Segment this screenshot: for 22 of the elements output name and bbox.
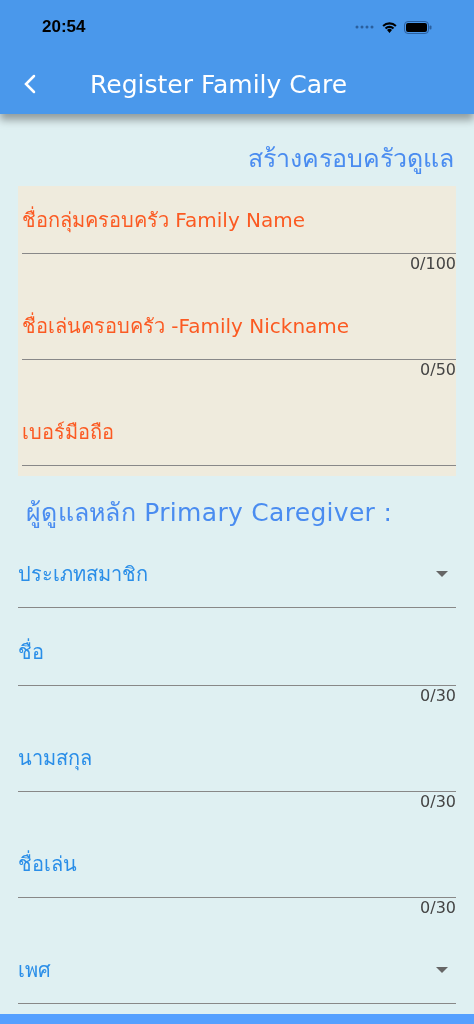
caret-icon [436, 570, 448, 577]
character-counter: 0/100 [409, 254, 456, 274]
input-field[interactable]: ชื่อ [18, 618, 456, 686]
status-time: 20:54 [42, 17, 86, 37]
input-field[interactable]: ชื่อเล่น [18, 830, 456, 898]
caret-icon [436, 966, 448, 973]
input-field[interactable]: ชื่อกลุ่มครอบครัว Family Name [22, 186, 456, 254]
wifi-icon [381, 21, 398, 33]
app-bar-title: Register Family Care [90, 69, 348, 99]
battery-icon [404, 20, 432, 34]
input-field[interactable]: เบอร์มือถือ [22, 398, 456, 466]
dropdown-field[interactable]: เพศ [18, 936, 456, 1004]
input-field[interactable]: นามสกุล [18, 724, 456, 792]
character-counter: 0/50 [420, 360, 456, 380]
dropdown-field[interactable]: ประเภทสมาชิก [18, 540, 456, 608]
character-counter: 0/30 [420, 792, 456, 812]
character-counter: 0/30 [420, 898, 456, 918]
section-heading: สร้างครอบครัวดูแล [248, 143, 454, 176]
character-counter: 0/30 [420, 686, 456, 706]
input-field[interactable]: ชื่อเล่นครอบครัว -Family Nickname [22, 292, 456, 360]
signal-icon [355, 25, 375, 29]
section-heading: ผู้ดูแลหลัก Primary Caregiver : [26, 497, 394, 530]
